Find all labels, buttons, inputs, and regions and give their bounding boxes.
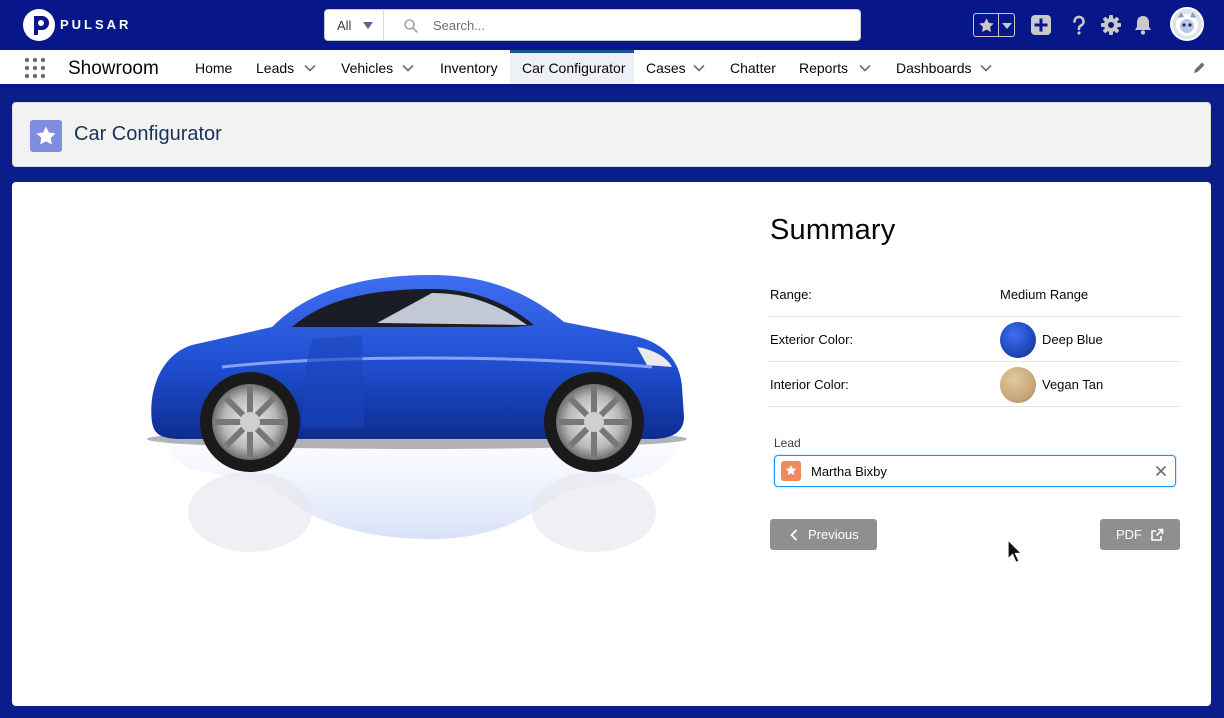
caret-down-icon (363, 22, 373, 29)
nav-tab-home[interactable]: Home (184, 50, 244, 84)
share-external-icon (1151, 528, 1164, 541)
summary-value: Deep Blue (1042, 332, 1103, 347)
favorites-menu-caret-icon[interactable] (1002, 23, 1012, 29)
chevron-left-icon (790, 529, 798, 541)
previous-button-label: Previous (808, 527, 859, 542)
summary-row-exterior-color: Exterior Color: Deep Blue (769, 317, 1180, 362)
nav-tab-label: Home (195, 60, 233, 76)
search-input[interactable] (433, 14, 833, 36)
previous-button[interactable]: Previous (770, 519, 877, 550)
search-icon (404, 19, 418, 33)
dashboards-menu-chevron-down-icon[interactable] (980, 64, 992, 72)
mouse-pointer-icon (1007, 539, 1023, 564)
summary-value: Medium Range (1000, 287, 1089, 302)
app-navigation-bar: Showroom Home Leads Vehicles Inventory C… (0, 50, 1224, 87)
nav-tab-label: Vehicles (341, 60, 394, 76)
summary-row-interior-color: Interior Color: Vegan Tan (769, 362, 1180, 407)
global-header: PULSAR All (0, 0, 1224, 50)
summary-label: Interior Color: (770, 377, 849, 392)
search-scope-label: All (337, 18, 352, 33)
page-star-icon (30, 120, 62, 152)
pulsar-logo[interactable] (22, 8, 56, 42)
setup-gear-icon[interactable] (1100, 14, 1122, 36)
astro-avatar-icon (1176, 12, 1198, 36)
page-title: Car Configurator (74, 123, 222, 145)
notifications-bell-icon[interactable] (1132, 14, 1154, 36)
summary-title: Summary (770, 214, 896, 246)
user-avatar[interactable] (1170, 7, 1204, 41)
summary-row-range: Range: Medium Range (769, 272, 1180, 317)
edit-nav-pencil-icon[interactable] (1192, 61, 1206, 75)
nav-tab-inventory[interactable]: Inventory (429, 50, 509, 84)
global-search[interactable]: All (324, 9, 861, 41)
lead-lookup-field[interactable]: Martha Bixby (774, 455, 1176, 487)
nav-tab-label: Cases (646, 60, 686, 76)
search-scope-dropdown[interactable]: All (325, 10, 384, 40)
app-name: Showroom (68, 58, 159, 79)
nav-tab-label: Leads (256, 60, 295, 76)
global-add-icon[interactable] (1030, 14, 1052, 36)
lead-record-icon (781, 461, 801, 481)
summary-label: Range: (770, 287, 812, 302)
clear-selection-close-icon[interactable] (1155, 465, 1167, 477)
nav-tab-car-configurator[interactable]: Car Configurator (510, 50, 634, 84)
nav-tab-label: Car Configurator (522, 60, 626, 76)
favorites-star-icon (979, 18, 994, 32)
nav-tab-label: Dashboards (896, 60, 972, 76)
nav-tab-chatter[interactable]: Chatter (719, 50, 787, 84)
car-image (147, 275, 687, 552)
reports-menu-chevron-down-icon[interactable] (859, 64, 871, 72)
brand-name: PULSAR (60, 17, 132, 32)
pdf-button-label: PDF (1116, 527, 1142, 542)
summary-label: Exterior Color: (770, 332, 854, 347)
vehicles-menu-chevron-down-icon[interactable] (402, 64, 414, 72)
page-header: Car Configurator (12, 102, 1211, 167)
cases-menu-chevron-down-icon[interactable] (693, 64, 705, 72)
lead-field-label: Lead (774, 436, 801, 450)
app-launcher-waffle-icon[interactable] (24, 57, 46, 79)
nav-tab-label: Chatter (730, 60, 776, 76)
exterior-color-swatch (1000, 322, 1036, 358)
lead-selected-value: Martha Bixby (811, 464, 887, 479)
interior-color-swatch (1000, 367, 1036, 403)
pdf-button[interactable]: PDF (1100, 519, 1180, 550)
nav-tab-dashboards[interactable]: Dashboards (884, 50, 994, 84)
leads-menu-chevron-down-icon[interactable] (304, 64, 316, 72)
configurator-card: Summary Range: Medium Range Exterior Col… (12, 182, 1211, 706)
divider (998, 14, 999, 36)
favorites-button[interactable] (973, 13, 1015, 37)
summary-value: Vegan Tan (1042, 377, 1104, 392)
help-icon[interactable] (1068, 14, 1090, 36)
nav-tab-label: Reports (799, 60, 849, 76)
nav-tab-label: Inventory (440, 60, 498, 76)
